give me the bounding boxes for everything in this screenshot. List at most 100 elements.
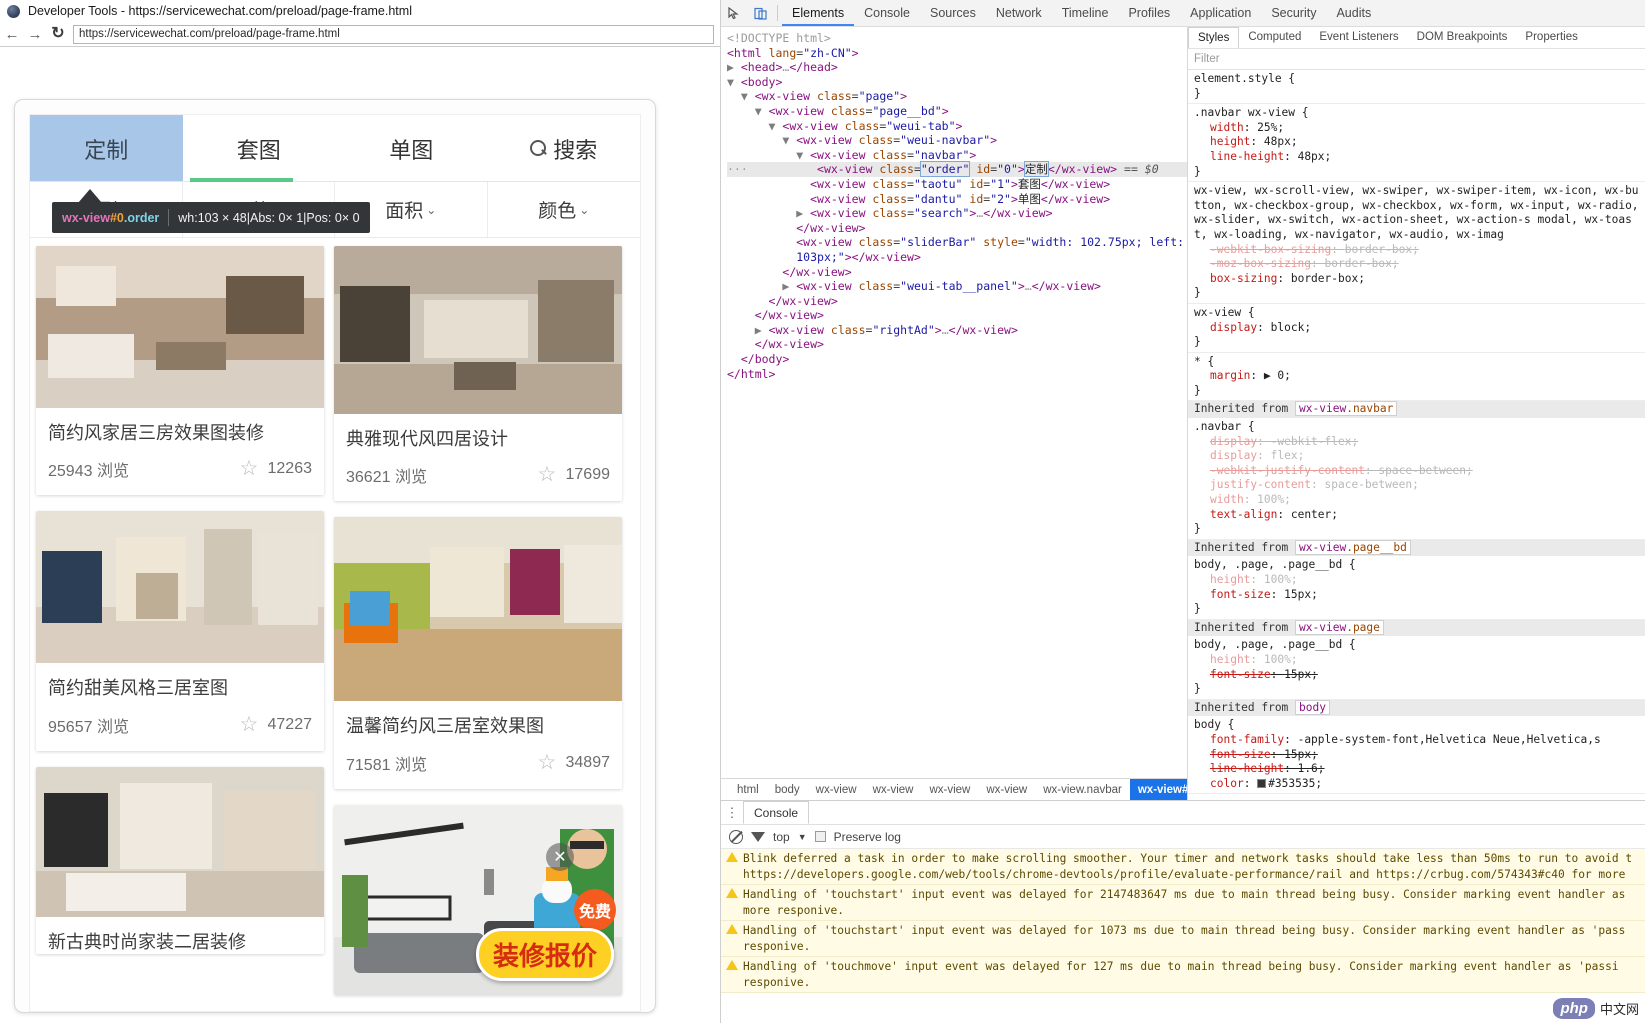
tab-network[interactable]: Network (986, 0, 1052, 26)
dom-line[interactable]: <wx-view class="dantu" id="2">单图</wx-vie… (727, 192, 1187, 207)
chevron-down-icon[interactable]: ▼ (798, 832, 807, 842)
css-value: -apple-system-font,Helvetica Neue,Helvet… (1297, 732, 1601, 746)
dom-line[interactable]: ▼ <wx-view class="page__bd"> (727, 104, 1187, 119)
dom-line[interactable]: ▼ <body> (727, 75, 1187, 90)
dom-line[interactable]: ▶ <wx-view class="rightAd">…</wx-view> (727, 323, 1187, 338)
console-context-selector[interactable]: top (773, 830, 790, 844)
inspect-element-icon[interactable] (721, 0, 747, 26)
console-warning-message[interactable]: Handling of 'touchstart' input event was… (721, 921, 1645, 957)
tab-console[interactable]: Console (854, 0, 920, 26)
console-warning-message[interactable]: Blink deferred a task in order to make s… (721, 849, 1645, 885)
styles-filter-input[interactable]: Filter (1188, 49, 1645, 70)
css-declaration[interactable]: margin: ▶ 0; (1194, 369, 1645, 384)
css-rule-close: } (1194, 682, 1201, 696)
css-declaration[interactable]: -webkit-justify-content: space-between; (1194, 464, 1645, 479)
advertisement-card[interactable]: ✕ 免费 装修报价 (334, 804, 622, 995)
css-declaration[interactable]: font-size: 15px; (1194, 748, 1645, 763)
tab-styles[interactable]: Styles (1188, 27, 1240, 48)
css-declaration[interactable]: justify-content: space-between; (1194, 478, 1645, 493)
css-declaration[interactable]: display: -webkit-flex; (1194, 435, 1645, 450)
back-icon[interactable]: ← (4, 26, 20, 42)
tab-computed[interactable]: Computed (1239, 27, 1310, 48)
list-item[interactable]: 简约甜美风格三居室图 95657 浏览 ☆ 47227 (36, 511, 324, 751)
tab-event-listeners[interactable]: Event Listeners (1310, 27, 1407, 48)
tab-elements[interactable]: Elements (782, 0, 855, 26)
css-rule-navbar[interactable]: .navbar { display: -webkit-flex; display… (1188, 418, 1645, 540)
css-rule-element-style[interactable]: element.style { } (1188, 70, 1645, 105)
dom-line[interactable]: ▶ <wx-view class="search">…</wx-view> (727, 206, 1187, 221)
breadcrumb-item-wx-view-3[interactable]: wx-view (921, 779, 978, 801)
console-warning-message[interactable]: Handling of 'touchstart' input event was… (721, 885, 1645, 921)
css-declaration[interactable]: display: block; (1194, 321, 1645, 336)
css-declaration[interactable]: height: 48px; (1194, 135, 1645, 150)
list-item[interactable]: 新古典时尚家装二居装修 (36, 766, 324, 955)
tab-timeline[interactable]: Timeline (1052, 0, 1119, 26)
drawer-tab-console[interactable]: Console (743, 801, 810, 824)
ad-cta-badge[interactable]: 装修报价 (475, 927, 614, 981)
reload-icon[interactable]: ↻ (50, 26, 66, 42)
breadcrumb-item-wx-view-1[interactable]: wx-view (808, 779, 865, 801)
dom-line[interactable]: ▶ <head>…</head> (727, 60, 1187, 75)
css-rule-wx-view[interactable]: wx-view { display: block; } (1188, 304, 1645, 353)
tab-profiles[interactable]: Profiles (1118, 0, 1180, 26)
css-declaration[interactable]: text-align: center; (1194, 508, 1645, 523)
filter-icon[interactable] (751, 831, 765, 842)
tab-search[interactable]: 搜索 (488, 115, 641, 182)
breadcrumb-item-wx-view-4[interactable]: wx-view (978, 779, 1035, 801)
clear-console-icon[interactable] (729, 829, 743, 844)
tab-taotu[interactable]: 套图 (183, 115, 336, 182)
url-input[interactable]: https://servicewechat.com/preload/page-f… (73, 24, 714, 44)
console-warning-message[interactable]: Handling of 'touchmove' input event was … (721, 957, 1645, 993)
css-declaration[interactable]: display: flex; (1194, 449, 1645, 464)
css-declaration[interactable]: line-height: 1.6; (1194, 762, 1645, 777)
tab-dom-breakpoints[interactable]: DOM Breakpoints (1408, 27, 1517, 48)
css-declaration[interactable]: -moz-box-sizing: border-box; (1194, 257, 1645, 272)
css-declaration[interactable]: line-height: 48px; (1194, 150, 1645, 165)
breadcrumb-item-body[interactable]: body (767, 779, 808, 801)
tab-order[interactable]: 定制 (30, 115, 183, 182)
list-item[interactable]: 简约风家居三房效果图装修 25943 浏览 ☆ 12263 (36, 246, 324, 496)
forward-icon[interactable]: → (27, 26, 43, 42)
dom-line[interactable]: ▼ <wx-view class="weui-tab"> (727, 119, 1187, 134)
tab-sources[interactable]: Sources (920, 0, 986, 26)
css-declaration[interactable]: width: 100%; (1194, 493, 1645, 508)
breadcrumb-item-navbar[interactable]: wx-view.navbar (1035, 779, 1130, 801)
dom-line-selected[interactable]: ··· <wx-view class="order" id="0">定制</wx… (727, 161, 1187, 178)
dom-line[interactable]: ▼ <wx-view class="navbar"> (727, 148, 1187, 163)
css-rule-body[interactable]: body { font-family: -apple-system-font,H… (1188, 716, 1645, 795)
css-declaration[interactable]: -webkit-box-sizing: border-box; (1194, 243, 1645, 258)
drawer-menu-icon[interactable]: ⋮ (721, 805, 743, 821)
css-declaration[interactable]: height: 100%; (1194, 653, 1645, 668)
css-declaration[interactable]: color: #353535; (1194, 777, 1645, 792)
tab-properties[interactable]: Properties (1516, 27, 1586, 48)
dom-line[interactable]: ▼ <wx-view class="page"> (727, 89, 1187, 104)
preserve-log-checkbox[interactable] (814, 831, 826, 842)
css-declaration[interactable]: height: 100%; (1194, 573, 1645, 588)
css-rule-navbar-wx-view[interactable]: .navbar wx-view { width: 25%; height: 48… (1188, 104, 1645, 183)
css-rule-universal[interactable]: * { margin: ▶ 0; } (1188, 353, 1645, 402)
css-declaration[interactable]: width: 25%; (1194, 121, 1645, 136)
css-declaration[interactable]: font-size: 15px; (1194, 588, 1645, 603)
css-declaration[interactable]: font-family: -apple-system-font,Helvetic… (1194, 733, 1645, 748)
ad-close-icon[interactable]: ✕ (546, 842, 574, 871)
breadcrumb-item-html[interactable]: html (729, 779, 767, 801)
breadcrumb-item-wx-view-2[interactable]: wx-view (865, 779, 922, 801)
dom-line[interactable]: ▼ <wx-view class="weui-navbar"> (727, 133, 1187, 148)
list-item[interactable]: 典雅现代风四居设计 36621 浏览 ☆ 17699 (334, 246, 622, 502)
dom-tree-pane[interactable]: <!DOCTYPE html> <html lang="zh-CN"> ▶ <h… (721, 27, 1187, 778)
toggle-device-toolbar-icon[interactable] (747, 0, 773, 26)
dom-line[interactable]: ▶ <wx-view class="weui-tab__panel">…</wx… (727, 279, 1187, 294)
tab-dantu[interactable]: 单图 (335, 115, 488, 182)
tab-application[interactable]: Application (1180, 0, 1261, 26)
css-rule-page[interactable]: body, .page, .page__bd { height: 100%; f… (1188, 636, 1645, 700)
tab-security[interactable]: Security (1261, 0, 1326, 26)
css-declaration[interactable]: font-size: 15px; (1194, 668, 1645, 683)
css-declaration[interactable]: box-sizing: border-box; (1194, 272, 1645, 287)
dom-line[interactable]: <wx-view class="taotu" id="1">套图</wx-vie… (727, 177, 1187, 192)
tab-audits[interactable]: Audits (1326, 0, 1381, 26)
css-rule-wx-element-reset[interactable]: wx-view, wx-scroll-view, wx-swiper, wx-s… (1188, 182, 1645, 304)
filter-yanse[interactable]: 颜色 ⌄ (488, 182, 641, 237)
css-rule-page-bd[interactable]: body, .page, .page__bd { height: 100%; f… (1188, 556, 1645, 620)
dom-line[interactable]: <wx-view class="sliderBar" style="width:… (727, 235, 1187, 250)
list-item[interactable]: 温馨简约风三居室效果图 71581 浏览 ☆ 34897 (334, 517, 622, 789)
